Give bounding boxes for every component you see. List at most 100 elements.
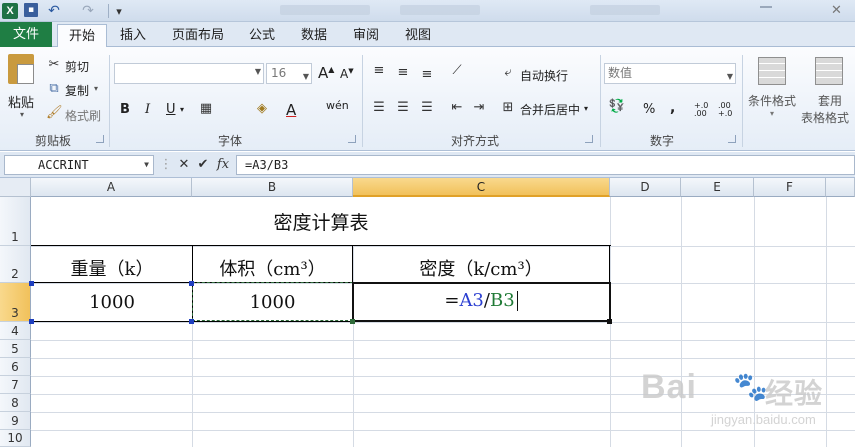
paste-dropdown-icon[interactable]: ▾ <box>20 110 24 119</box>
conditional-format-button[interactable]: 条件格式 <box>748 92 796 109</box>
font-launcher-icon[interactable] <box>348 135 356 143</box>
font-family-combo[interactable]: ▼ <box>114 63 264 84</box>
paste-button[interactable]: 粘贴 <box>8 92 34 111</box>
align-middle-icon[interactable]: ≡ <box>394 65 412 80</box>
copy-button[interactable]: 复制 <box>65 82 89 99</box>
cell-b3-volume[interactable]: 1000 <box>193 292 352 313</box>
excel-logo-icon[interactable]: X <box>2 3 18 19</box>
tab-file[interactable]: 文件 <box>0 22 52 47</box>
column-header-d[interactable]: D <box>610 178 681 197</box>
merge-center-icon[interactable]: ⊞ <box>500 100 516 115</box>
cell-c3-formula[interactable]: =A3/B3 <box>353 290 609 311</box>
select-all-corner[interactable] <box>0 178 31 197</box>
underline-dropdown-icon[interactable]: ▾ <box>180 105 184 114</box>
orientation-icon[interactable]: ⟋ <box>448 63 466 78</box>
font-color-button[interactable]: A <box>286 101 296 119</box>
row-header-10[interactable]: 10 <box>0 430 31 447</box>
align-bottom-icon[interactable]: ≡ <box>418 67 436 82</box>
number-launcher-icon[interactable] <box>728 135 736 143</box>
name-box[interactable]: ACCRINT ▼ <box>4 155 154 175</box>
alignment-launcher-icon[interactable] <box>585 135 593 143</box>
column-header-a[interactable]: A <box>31 178 192 197</box>
column-header-f[interactable]: F <box>754 178 826 197</box>
customize-quick-access-icon[interactable]: ▾ <box>114 3 124 19</box>
tab-page-layout[interactable]: 页面布局 <box>165 24 231 47</box>
worksheet-grid[interactable]: A B C D E F 1 2 3 4 5 6 7 8 9 10 密度计算表 重… <box>0 178 855 447</box>
tab-formulas[interactable]: 公式 <box>240 24 284 47</box>
save-icon[interactable]: ▪ <box>24 3 38 17</box>
grow-font-button[interactable]: A▲ <box>318 64 334 82</box>
conditional-format-icon[interactable] <box>758 57 786 85</box>
underline-button[interactable]: U <box>166 102 176 117</box>
borders-icon[interactable]: ▦ <box>196 101 216 116</box>
cancel-icon[interactable]: ✕ <box>176 156 192 174</box>
align-left-icon[interactable]: ☰ <box>370 100 388 115</box>
font-size-combo[interactable]: 16 ▼ <box>266 63 312 84</box>
decrease-decimal-button[interactable]: .00 +.0 <box>718 102 738 118</box>
row-header-2[interactable]: 2 <box>0 246 31 283</box>
row-header-1[interactable]: 1 <box>0 197 31 246</box>
merge-dropdown-icon[interactable]: ▾ <box>584 104 588 113</box>
column-header-b[interactable]: B <box>192 178 353 197</box>
header-volume[interactable]: 体积（cm³） <box>193 255 352 281</box>
range-handle-a3-bottom[interactable] <box>29 319 34 324</box>
percent-button[interactable]: % <box>643 102 655 117</box>
comma-button[interactable]: , <box>670 100 675 116</box>
header-weight[interactable]: 重量（k） <box>32 255 192 281</box>
align-right-icon[interactable]: ☰ <box>418 100 436 115</box>
row-header-7[interactable]: 7 <box>0 376 31 394</box>
format-painter-button[interactable]: 格式刷 <box>65 107 101 124</box>
cell-a3-weight[interactable]: 1000 <box>32 292 192 313</box>
range-handle-b3-bottom[interactable] <box>189 319 194 324</box>
format-as-table-line2[interactable]: 表格格式 <box>801 109 849 126</box>
undo-icon[interactable]: ↶ <box>46 3 62 19</box>
italic-button[interactable]: I <box>145 102 150 117</box>
copy-dropdown-icon[interactable]: ▾ <box>94 84 98 93</box>
range-handle-b3-top[interactable] <box>189 281 194 286</box>
column-header-c[interactable]: C <box>353 178 610 197</box>
conditional-format-dropdown-icon[interactable]: ▾ <box>770 109 774 118</box>
insert-function-icon[interactable]: fx <box>214 156 232 174</box>
decrease-indent-icon[interactable]: ⇤ <box>448 100 466 115</box>
tab-home[interactable]: 开始 <box>57 24 107 48</box>
align-center-icon[interactable]: ☰ <box>394 100 412 115</box>
row-header-9[interactable]: 9 <box>0 412 31 430</box>
increase-indent-icon[interactable]: ⇥ <box>470 100 488 115</box>
phonetic-button[interactable]: wén <box>326 99 349 112</box>
currency-icon[interactable]: 💱 <box>606 99 628 114</box>
wrap-text-button[interactable]: 自动换行 <box>520 67 568 84</box>
minimize-icon[interactable] <box>760 6 772 8</box>
row-header-3[interactable]: 3 <box>0 283 31 322</box>
bold-button[interactable]: B <box>120 102 130 117</box>
close-icon[interactable]: ✕ <box>818 2 855 20</box>
fill-handle[interactable] <box>607 319 612 324</box>
format-as-table-line1[interactable]: 套用 <box>818 92 842 109</box>
range-handle-b3-corner[interactable] <box>350 319 355 324</box>
shrink-font-button[interactable]: A▼ <box>340 67 354 81</box>
formula-input[interactable]: =A3/B3 <box>236 155 855 175</box>
tab-review[interactable]: 审阅 <box>344 24 388 47</box>
row-header-8[interactable]: 8 <box>0 394 31 412</box>
scissors-icon[interactable]: ✂ <box>46 57 62 72</box>
number-format-combo[interactable]: 数值 ▼ <box>604 63 736 84</box>
redo-icon[interactable]: ↷ <box>80 3 96 19</box>
column-header-e[interactable]: E <box>681 178 754 197</box>
format-as-table-icon[interactable] <box>815 57 843 85</box>
row-header-4[interactable]: 4 <box>0 322 31 340</box>
align-top-icon[interactable]: ≡ <box>370 63 388 78</box>
enter-icon[interactable]: ✔ <box>195 156 211 174</box>
paste-icon[interactable] <box>8 54 34 84</box>
range-handle-a3-top[interactable] <box>29 281 34 286</box>
wrap-text-icon[interactable]: ⤶ <box>500 65 516 80</box>
tab-data[interactable]: 数据 <box>292 24 336 47</box>
fill-color-icon[interactable]: ◈ <box>252 101 272 116</box>
clipboard-launcher-icon[interactable] <box>96 135 104 143</box>
row-header-5[interactable]: 5 <box>0 340 31 358</box>
tab-insert[interactable]: 插入 <box>111 24 155 47</box>
column-header-next[interactable] <box>826 178 855 197</box>
merge-center-button[interactable]: 合并后居中 <box>520 101 580 118</box>
row-header-6[interactable]: 6 <box>0 358 31 376</box>
tab-view[interactable]: 视图 <box>396 24 440 47</box>
format-painter-icon[interactable]: 🖌 <box>46 105 63 120</box>
copy-icon[interactable]: ⧉ <box>46 81 62 96</box>
